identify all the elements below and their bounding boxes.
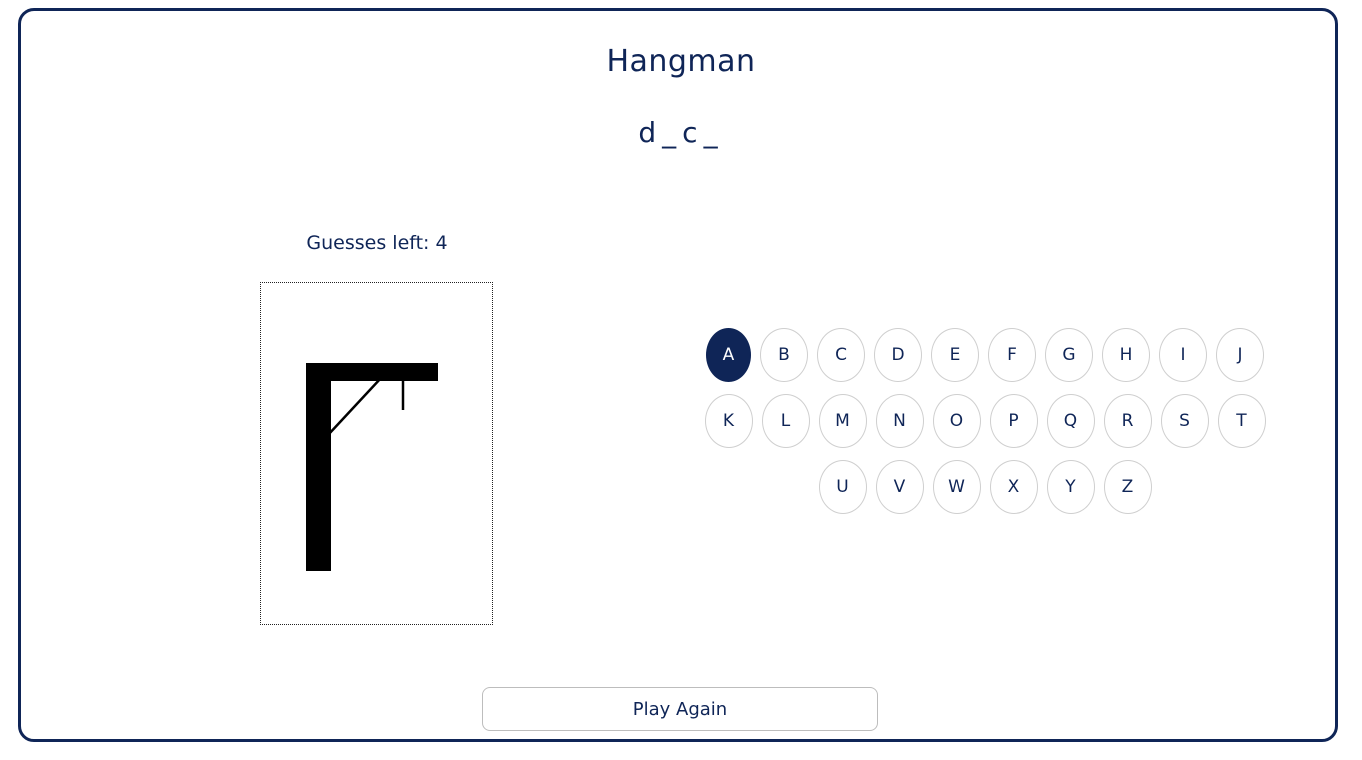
guesses-left-label: Guesses left: 4 (306, 232, 448, 254)
letter-key-v[interactable]: V (875, 460, 924, 514)
letter-key-q[interactable]: Q (1046, 394, 1095, 448)
letter-key-m[interactable]: M (818, 394, 867, 448)
keyboard-row: UVWXYZ (690, 460, 1280, 514)
letter-key-a[interactable]: A (706, 328, 751, 382)
letter-key-h[interactable]: H (1102, 328, 1150, 382)
letter-key-i[interactable]: I (1159, 328, 1207, 382)
letter-key-b[interactable]: B (760, 328, 808, 382)
letter-key-f[interactable]: F (988, 328, 1036, 382)
letter-keyboard: ABCDEFGHIJ KLMNOPQRST UVWXYZ (690, 328, 1280, 526)
letter-key-o[interactable]: O (932, 394, 981, 448)
letter-key-d[interactable]: D (874, 328, 922, 382)
masked-word: d_c_ (638, 116, 724, 149)
page-title: Hangman (606, 44, 756, 79)
keyboard-row: ABCDEFGHIJ (690, 328, 1280, 382)
letter-key-y[interactable]: Y (1046, 460, 1095, 514)
gallows-beam (306, 363, 438, 381)
gallows-post (306, 363, 331, 571)
letter-key-k[interactable]: K (704, 394, 753, 448)
letter-key-u[interactable]: U (818, 460, 867, 514)
letter-key-c[interactable]: C (817, 328, 865, 382)
keyboard-row: KLMNOPQRST (690, 394, 1280, 448)
letter-key-j[interactable]: J (1216, 328, 1264, 382)
letter-key-e[interactable]: E (931, 328, 979, 382)
letter-key-g[interactable]: G (1045, 328, 1093, 382)
letter-key-p[interactable]: P (989, 394, 1038, 448)
letter-key-z[interactable]: Z (1103, 460, 1152, 514)
gallows-drawing (306, 363, 438, 571)
letter-key-x[interactable]: X (989, 460, 1038, 514)
letter-key-s[interactable]: S (1160, 394, 1209, 448)
letter-key-t[interactable]: T (1217, 394, 1266, 448)
letter-key-n[interactable]: N (875, 394, 924, 448)
letter-key-l[interactable]: L (761, 394, 810, 448)
gallows-brace (327, 377, 382, 436)
hangman-drawing-area (260, 282, 493, 625)
letter-key-w[interactable]: W (932, 460, 981, 514)
play-again-button[interactable]: Play Again (482, 687, 878, 731)
letter-key-r[interactable]: R (1103, 394, 1152, 448)
